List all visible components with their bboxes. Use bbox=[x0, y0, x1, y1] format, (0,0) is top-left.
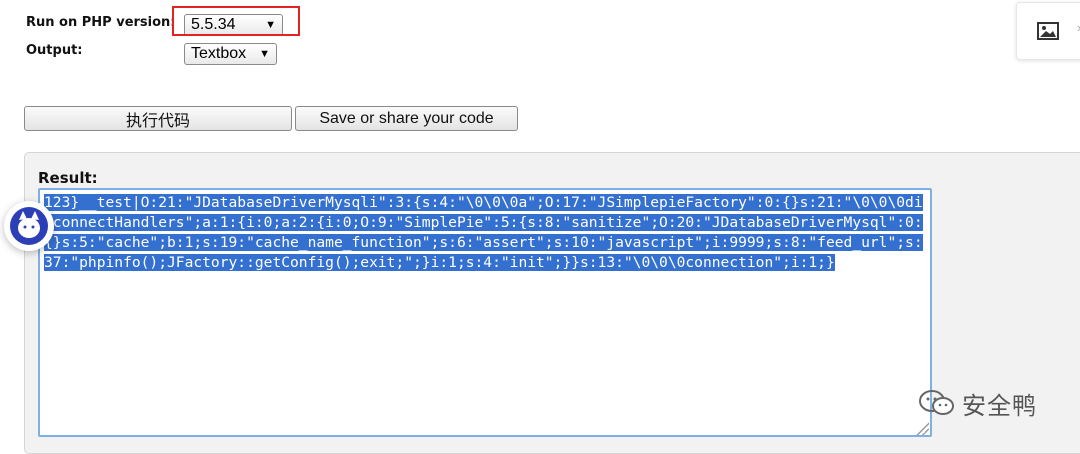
image-tool-button[interactable]: › bbox=[1016, 2, 1080, 60]
annotation-highlight-box bbox=[172, 6, 300, 36]
save-share-button[interactable]: Save or share your code bbox=[295, 106, 518, 131]
mascot-avatar[interactable] bbox=[4, 201, 54, 251]
wechat-icon bbox=[919, 390, 954, 415]
chevron-down-icon: ▼ bbox=[259, 48, 270, 60]
output-select[interactable]: Textbox ▼ bbox=[184, 43, 277, 65]
cat-mascot-icon bbox=[10, 207, 48, 245]
watermark: 安全鸭 bbox=[918, 386, 1037, 420]
output-value: Textbox bbox=[191, 45, 247, 62]
result-label: Result: bbox=[38, 169, 98, 187]
output-label: Output: bbox=[26, 43, 83, 58]
watermark-text: 安全鸭 bbox=[962, 391, 1037, 420]
result-textarea[interactable]: 123}__test|O:21:"JDatabaseDriverMysqli":… bbox=[38, 188, 932, 437]
result-text: 123}__test|O:21:"JDatabaseDriverMysqli":… bbox=[44, 194, 923, 271]
resize-handle[interactable] bbox=[915, 421, 929, 435]
image-icon bbox=[1037, 22, 1059, 40]
run-code-button[interactable]: 执行代码 bbox=[24, 106, 292, 131]
php-version-label: Run on PHP version: bbox=[26, 15, 176, 30]
